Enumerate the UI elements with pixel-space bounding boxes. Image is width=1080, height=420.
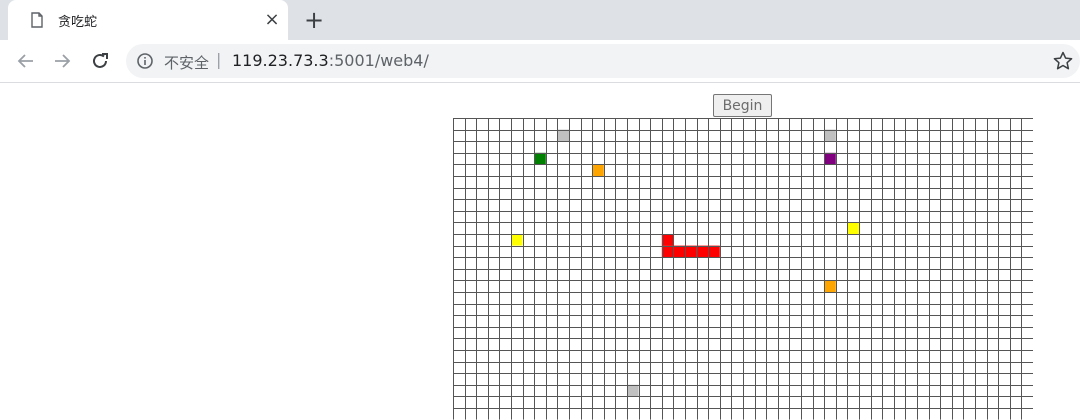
game-board <box>453 118 1033 420</box>
close-icon[interactable]: × <box>260 8 284 32</box>
url-text[interactable]: 119.23.73.3:5001/web4/ <box>232 51 429 70</box>
forward-arrow-icon[interactable] <box>48 47 76 75</box>
snake-segment <box>661 234 674 246</box>
snake-segment <box>661 245 674 258</box>
food-gray <box>627 384 639 397</box>
url-separator: | <box>216 50 222 69</box>
active-tab[interactable]: 贪吃蛇 × <box>8 0 288 40</box>
snake-segment <box>673 245 685 258</box>
snake-segment <box>696 245 709 258</box>
back-arrow-icon[interactable] <box>12 47 40 75</box>
food-yellow <box>847 222 859 234</box>
tab-strip: 贪吃蛇 × + <box>0 0 1080 40</box>
security-label: 不安全 <box>164 54 210 72</box>
new-tab-icon[interactable]: + <box>300 6 328 34</box>
begin-button[interactable]: Begin <box>713 94 772 117</box>
snake-segment <box>708 245 720 258</box>
food-orange <box>824 280 836 292</box>
star-icon[interactable] <box>1052 50 1074 72</box>
food-gray <box>557 129 569 142</box>
reload-icon[interactable] <box>86 47 114 75</box>
food-orange <box>592 164 604 176</box>
food-yellow <box>511 234 523 246</box>
food-purple <box>824 152 836 165</box>
snake-segment <box>685 245 697 258</box>
url-host: 119.23.73.3 <box>232 51 329 70</box>
tab-title: 贪吃蛇 <box>58 15 98 30</box>
document-icon <box>28 11 46 29</box>
url-path: :5001/web4/ <box>328 51 429 70</box>
food-gray <box>824 129 836 142</box>
info-icon[interactable] <box>136 52 154 70</box>
food-green <box>534 152 546 165</box>
address-bar[interactable]: 不安全 | 119.23.73.3:5001/web4/ <box>126 44 1080 78</box>
browser-toolbar: 不安全 | 119.23.73.3:5001/web4/ <box>0 40 1080 83</box>
